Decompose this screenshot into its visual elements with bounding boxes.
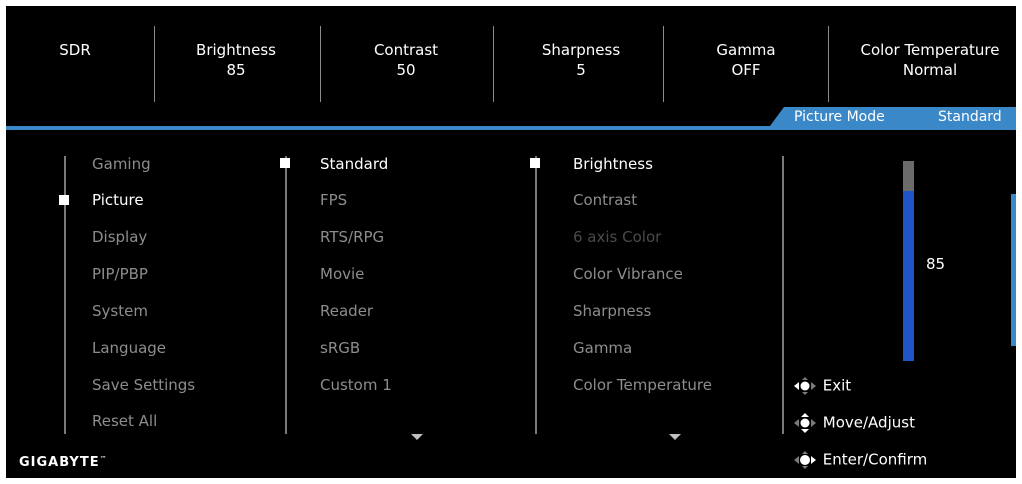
brightness-slider-value: 85 [926,254,945,274]
status-gamma-value: OFF [686,60,806,80]
status-brightness-label: Brightness [176,40,296,60]
help-enter-confirm: Enter/Confirm [792,449,927,470]
modes-selection-marker [280,158,290,168]
status-divider [663,26,664,102]
settings-scroll-down-icon[interactable] [669,434,681,440]
modes-scroll-down-icon[interactable] [411,434,423,440]
menu-item-picture[interactable]: Picture [92,190,144,210]
status-contrast-value: 50 [346,60,466,80]
status-sharpness-value: 5 [521,60,641,80]
status-divider [493,26,494,102]
osd-window: SDR Brightness 85 Contrast 50 Sharpness … [6,6,1016,478]
status-contrast: Contrast 50 [346,40,466,80]
brightness-slider-fill[interactable] [903,191,914,361]
joystick-up-down-icon [792,413,818,433]
help-exit: Exit [792,375,851,396]
setting-item-color-temperature[interactable]: Color Temperature [573,375,712,395]
joystick-left-icon [792,376,818,396]
status-gamma-label: Gamma [686,40,806,60]
setting-item-color-vibrance[interactable]: Color Vibrance [573,264,683,284]
status-color-temperature-value: Normal [844,60,1016,80]
menu-item-display[interactable]: Display [92,227,147,247]
menu-item-language[interactable]: Language [92,338,166,358]
status-sharpness-label: Sharpness [521,40,641,60]
menu-item-gaming[interactable]: Gaming [92,154,151,174]
settings-selection-marker [530,158,540,168]
setting-item-6-axis-color: 6 axis Color [573,227,661,247]
gigabyte-logo-text: GIGABYTE [19,455,100,470]
trademark-symbol: ™ [100,455,108,463]
status-sdr: SDR [50,40,100,60]
help-exit-label: Exit [823,377,851,395]
mode-item-rts-rpg[interactable]: RTS/RPG [320,227,384,247]
status-contrast-label: Contrast [346,40,466,60]
mode-divider-bar [6,126,1016,130]
scroll-indicator [1011,194,1016,346]
mode-item-reader[interactable]: Reader [320,301,373,321]
menu-item-reset-all[interactable]: Reset All [92,411,157,431]
status-divider [320,26,321,102]
settings-column-line [535,156,537,434]
menu-item-system[interactable]: System [92,301,148,321]
status-color-temperature-label: Color Temperature [844,40,1016,60]
menu-item-save-settings[interactable]: Save Settings [92,375,195,395]
joystick-press-icon [792,450,818,470]
status-gamma: Gamma OFF [686,40,806,80]
menu-item-pip-pbp[interactable]: PIP/PBP [92,264,148,284]
mode-item-srgb[interactable]: sRGB [320,338,360,358]
gigabyte-logo: GIGABYTE™ [19,455,108,470]
help-move-adjust: Move/Adjust [792,412,915,433]
help-enter-confirm-label: Enter/Confirm [823,451,927,469]
status-color-temperature: Color Temperature Normal [844,40,1016,80]
status-brightness-value: 85 [176,60,296,80]
mode-item-movie[interactable]: Movie [320,264,364,284]
status-sharpness: Sharpness 5 [521,40,641,80]
mode-item-standard[interactable]: Standard [320,154,388,174]
setting-item-brightness[interactable]: Brightness [573,154,653,174]
mode-item-fps[interactable]: FPS [320,190,347,210]
setting-item-sharpness[interactable]: Sharpness [573,301,651,321]
status-brightness: Brightness 85 [176,40,296,80]
modes-column-line [285,156,287,434]
status-divider [154,26,155,102]
help-move-adjust-label: Move/Adjust [823,414,915,432]
setting-item-contrast[interactable]: Contrast [573,190,637,210]
value-column-line [782,156,784,434]
menu-selection-marker [59,195,69,205]
status-divider [828,26,829,102]
picture-mode-label: Picture Mode [794,108,885,126]
setting-item-gamma[interactable]: Gamma [573,338,632,358]
picture-mode-value: Standard [938,108,1002,126]
picture-mode-tab: Picture Mode Standard [770,107,1016,126]
status-sdr-label: SDR [50,40,100,60]
mode-item-custom-1[interactable]: Custom 1 [320,375,392,395]
